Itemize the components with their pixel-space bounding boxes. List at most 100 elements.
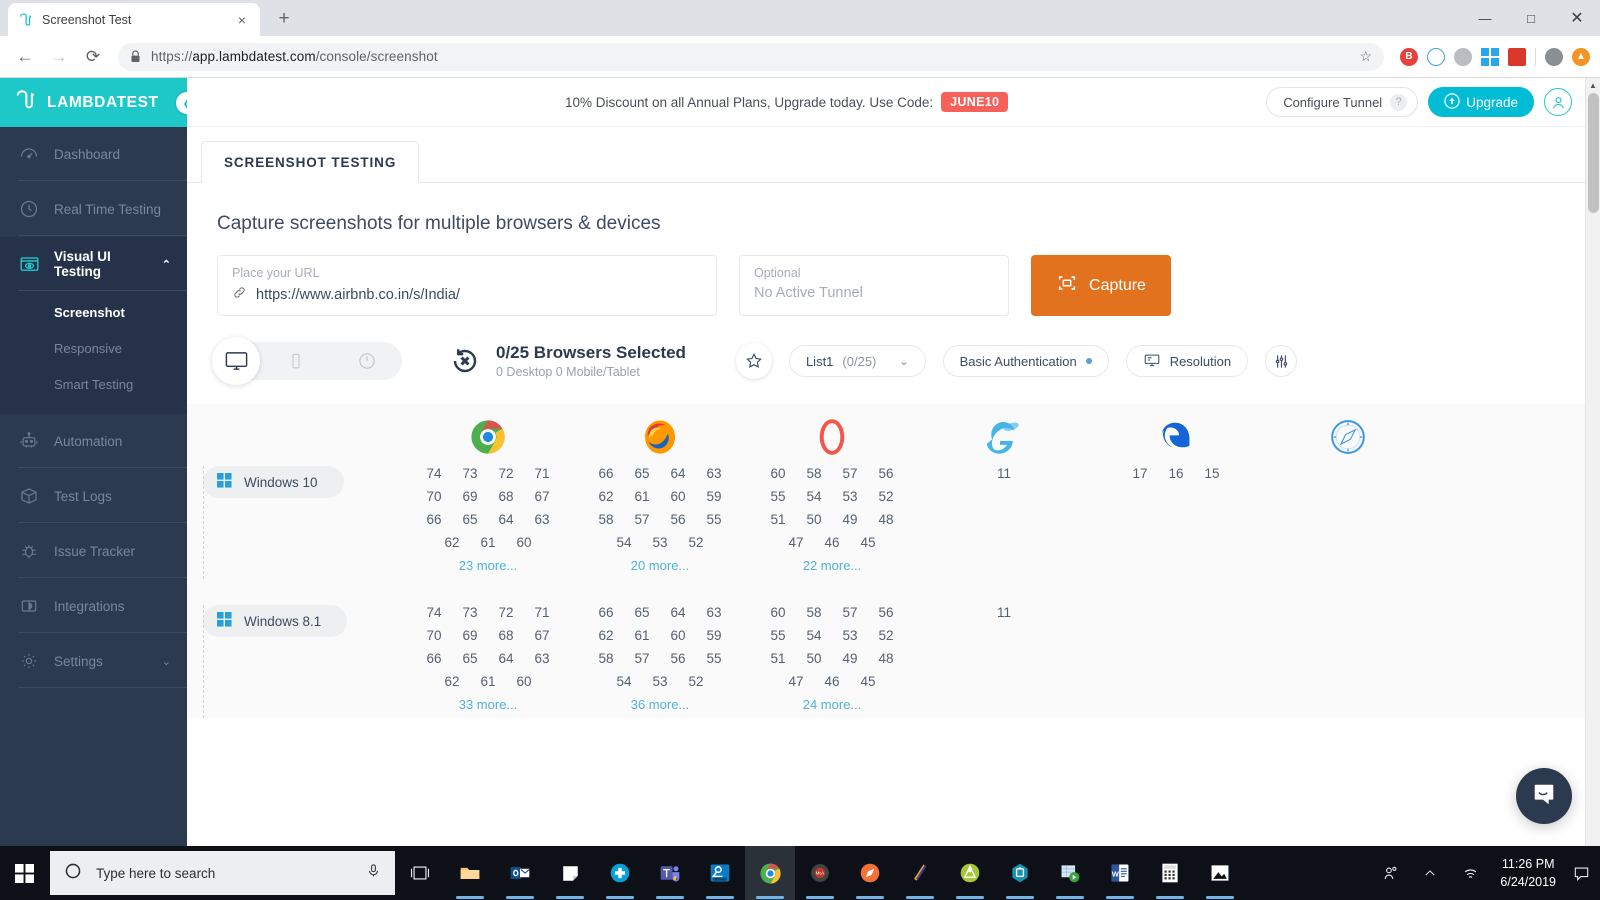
- file-explorer-icon[interactable]: [445, 846, 495, 900]
- show-more-link[interactable]: 20 more...: [574, 558, 746, 573]
- resolution-button[interactable]: Resolution: [1125, 345, 1249, 377]
- browser-version[interactable]: 52: [678, 674, 714, 689]
- reload-icon[interactable]: ⟳: [78, 42, 108, 72]
- browser-version[interactable]: 53: [832, 489, 868, 504]
- page-scrollbar[interactable]: ▲: [1585, 78, 1600, 846]
- device-type-mobile[interactable]: [260, 342, 331, 380]
- browser-version[interactable]: 63: [696, 605, 732, 620]
- browser-version[interactable]: 53: [642, 674, 678, 689]
- browser-version[interactable]: 56: [868, 466, 904, 481]
- configure-tunnel-button[interactable]: Configure Tunnel ?: [1266, 87, 1419, 117]
- media-player-icon[interactable]: [1045, 846, 1095, 900]
- microphone-icon[interactable]: [366, 863, 381, 883]
- browser-version[interactable]: 51: [760, 651, 796, 666]
- browser-version[interactable]: 66: [588, 466, 624, 481]
- browser-version[interactable]: 65: [452, 651, 488, 666]
- chevron-up-icon[interactable]: ⌃: [162, 258, 171, 271]
- browser-version[interactable]: 66: [416, 651, 452, 666]
- browser-version[interactable]: 61: [470, 674, 506, 689]
- tab-screenshot-testing[interactable]: SCREENSHOT TESTING: [201, 141, 420, 183]
- browser-version[interactable]: 46: [814, 674, 850, 689]
- sticky-notes-icon[interactable]: [545, 846, 595, 900]
- browser-version[interactable]: 54: [796, 628, 832, 643]
- browser-column-internet-explorer[interactable]: [918, 418, 1090, 456]
- chevron-down-icon[interactable]: ⌄: [899, 355, 908, 368]
- browser-version[interactable]: 48: [868, 651, 904, 666]
- clipboard-hex-icon[interactable]: [995, 846, 1045, 900]
- favorite-button[interactable]: [735, 343, 772, 379]
- browser-version[interactable]: 63: [524, 651, 560, 666]
- maximize-button[interactable]: □: [1508, 0, 1554, 36]
- browser-version[interactable]: 52: [678, 535, 714, 550]
- browser-column-edge[interactable]: [1090, 418, 1262, 456]
- user-avatar-icon[interactable]: [1544, 88, 1572, 116]
- help-icon[interactable]: ?: [1390, 93, 1408, 111]
- browser-version[interactable]: 62: [588, 628, 624, 643]
- promo-code-badge[interactable]: JUNE10: [941, 92, 1009, 112]
- microsoft-teams-icon[interactable]: [645, 846, 695, 900]
- sidebar-item-settings[interactable]: Settings ⌄: [0, 634, 187, 689]
- browser-version[interactable]: 63: [696, 466, 732, 481]
- dell-support-icon[interactable]: [695, 846, 745, 900]
- browser-version[interactable]: 69: [452, 628, 488, 643]
- browser-version[interactable]: 57: [832, 605, 868, 620]
- android-studio-icon[interactable]: [945, 846, 995, 900]
- browser-tab[interactable]: Screenshot Test ×: [8, 3, 260, 36]
- window-close-button[interactable]: ✕: [1554, 0, 1600, 36]
- back-icon[interactable]: ←: [10, 42, 40, 72]
- browser-version[interactable]: 57: [832, 466, 868, 481]
- upgrade-button[interactable]: Upgrade: [1428, 87, 1534, 117]
- browser-version[interactable]: 68: [488, 628, 524, 643]
- browser-version[interactable]: 66: [416, 512, 452, 527]
- browser-version[interactable]: 72: [488, 466, 524, 481]
- browser-version[interactable]: 49: [832, 512, 868, 527]
- browser-version[interactable]: 54: [796, 489, 832, 504]
- basic-authentication-button[interactable]: Basic Authentication: [942, 345, 1109, 377]
- browser-version[interactable]: 62: [434, 535, 470, 550]
- sidebar-item-integrations[interactable]: Integrations: [0, 579, 187, 634]
- browser-version[interactable]: 47: [778, 674, 814, 689]
- browser-version[interactable]: 58: [588, 512, 624, 527]
- ghostery-icon[interactable]: [1454, 47, 1472, 66]
- browser-version[interactable]: 16: [1158, 466, 1194, 481]
- browser-column-opera[interactable]: [746, 418, 918, 456]
- notification-icon[interactable]: [1566, 846, 1596, 900]
- browser-version[interactable]: 60: [760, 466, 796, 481]
- browser-version[interactable]: 54: [606, 674, 642, 689]
- browser-column-firefox[interactable]: [574, 418, 746, 456]
- qwant-icon[interactable]: [1427, 47, 1445, 66]
- browser-version[interactable]: 74: [416, 466, 452, 481]
- sliders-icon[interactable]: [1265, 345, 1298, 377]
- browser-version[interactable]: 55: [696, 651, 732, 666]
- bookmark-star-icon[interactable]: ☆: [1359, 48, 1372, 65]
- reset-x-icon[interactable]: [448, 344, 482, 378]
- browser-version[interactable]: 50: [796, 512, 832, 527]
- device-type-tablet[interactable]: [331, 342, 402, 380]
- browser-version[interactable]: 64: [488, 651, 524, 666]
- minimize-button[interactable]: —: [1462, 0, 1508, 36]
- os-pill[interactable]: Windows 10: [203, 466, 344, 498]
- browser-version[interactable]: 73: [452, 466, 488, 481]
- browser-version[interactable]: 59: [696, 489, 732, 504]
- browser-version[interactable]: 61: [470, 535, 506, 550]
- sidebar-item-automation[interactable]: Automation: [0, 414, 187, 469]
- browser-version[interactable]: 60: [506, 674, 542, 689]
- browser-column-safari[interactable]: [1262, 418, 1434, 456]
- sidebar-item-issue-tracker[interactable]: Issue Tracker: [0, 524, 187, 579]
- zotero-icon[interactable]: [1508, 47, 1526, 66]
- browser-column-chrome[interactable]: [402, 418, 574, 456]
- show-more-link[interactable]: 22 more...: [746, 558, 918, 573]
- browser-version[interactable]: 46: [814, 535, 850, 550]
- browser-version[interactable]: 67: [524, 489, 560, 504]
- browser-version[interactable]: 56: [868, 605, 904, 620]
- profile-avatar-icon[interactable]: [1545, 47, 1563, 66]
- browser-version[interactable]: 58: [588, 651, 624, 666]
- browser-version[interactable]: 64: [488, 512, 524, 527]
- browser-version[interactable]: 52: [868, 489, 904, 504]
- close-icon[interactable]: ×: [234, 12, 250, 28]
- browser-version[interactable]: 52: [868, 628, 904, 643]
- people-icon[interactable]: [1370, 846, 1410, 900]
- browser-version[interactable]: 61: [624, 628, 660, 643]
- browser-version[interactable]: 11: [986, 605, 1022, 620]
- os-pill[interactable]: Windows 8.1: [203, 605, 348, 637]
